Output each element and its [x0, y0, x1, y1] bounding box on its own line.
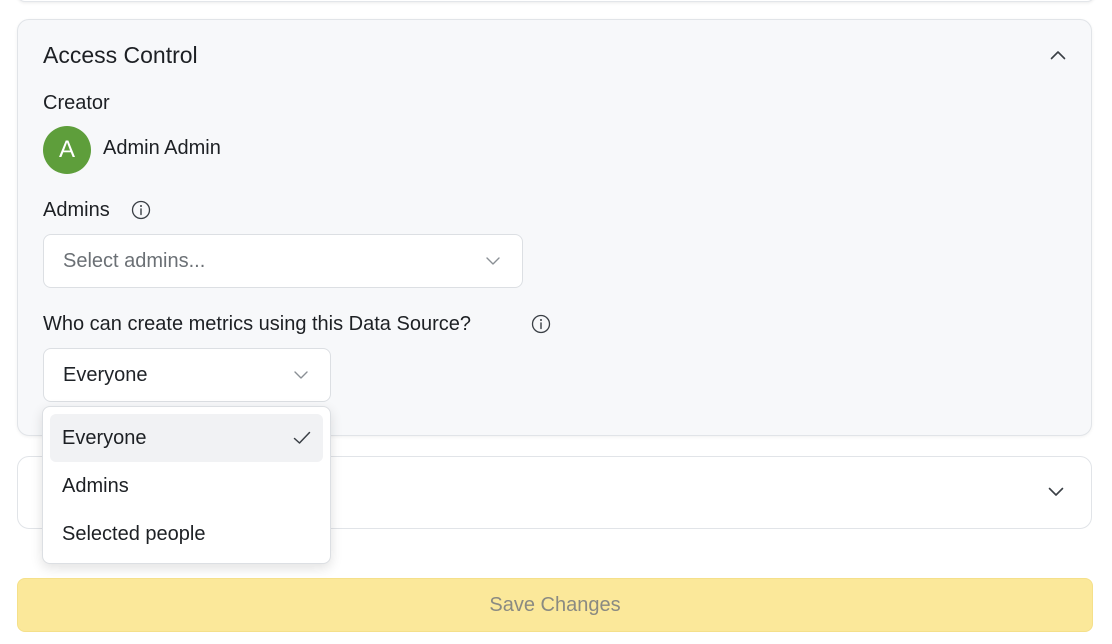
- option-label: Admins: [62, 474, 129, 497]
- option-label: Everyone: [62, 426, 147, 449]
- info-icon[interactable]: [131, 200, 151, 220]
- dropdown-option-selected-people[interactable]: Selected people: [50, 510, 323, 558]
- info-icon[interactable]: [531, 314, 551, 334]
- chevron-down-icon: [486, 257, 500, 265]
- option-label: Selected people: [62, 522, 206, 545]
- dropdown-option-everyone[interactable]: Everyone: [50, 414, 323, 462]
- metrics-permission-dropdown: Everyone Admins Selected people: [42, 406, 331, 564]
- chevron-up-icon: [1050, 51, 1066, 60]
- creator-label: Creator: [43, 92, 110, 114]
- save-changes-label: Save Changes: [489, 593, 621, 616]
- admins-label: Admins: [43, 199, 110, 221]
- check-icon: [293, 431, 311, 445]
- dropdown-option-admins[interactable]: Admins: [50, 462, 323, 510]
- previous-card-edge: [17, 0, 1095, 2]
- chevron-down-icon: [1048, 487, 1064, 496]
- save-changes-button[interactable]: Save Changes: [17, 578, 1093, 632]
- creator-name: Admin Admin: [103, 137, 221, 159]
- avatar-initial: A: [58, 136, 75, 163]
- metrics-permission-select[interactable]: Everyone: [43, 348, 331, 402]
- access-control-card: Access Control Creator A Admin Admin Adm…: [17, 19, 1092, 436]
- section-title: Access Control: [43, 42, 198, 68]
- metrics-permission-label: Who can create metrics using this Data S…: [43, 313, 471, 335]
- chevron-down-icon: [294, 371, 308, 379]
- admins-select[interactable]: Select admins...: [43, 234, 523, 288]
- metrics-permission-value: Everyone: [63, 363, 148, 386]
- collapse-button[interactable]: [1047, 44, 1069, 66]
- expand-button[interactable]: [1045, 481, 1067, 503]
- avatar: A: [43, 126, 91, 174]
- admins-select-placeholder: Select admins...: [63, 249, 206, 272]
